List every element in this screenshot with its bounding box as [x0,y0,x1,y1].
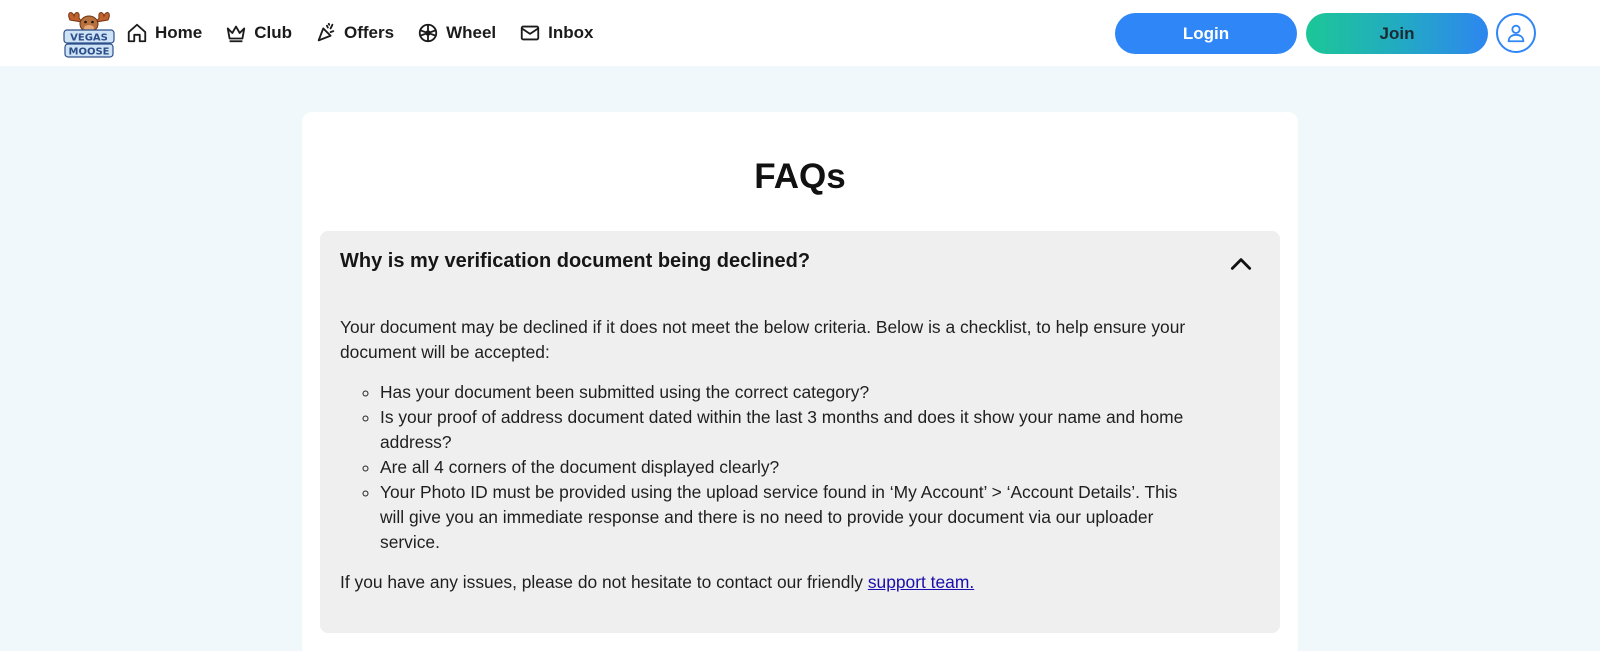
list-item: Has your document been submitted using t… [380,380,1200,405]
list-item: Are all 4 corners of the document displa… [380,455,1200,480]
faq-accordion-item: Why is my verification document being de… [320,231,1280,633]
page-title: FAQs [754,157,846,196]
nav-inbox-label: Inbox [548,23,594,42]
nav-club-label: Club [254,23,293,42]
main-nav: Home Club Offers Wheel Inbox [126,0,617,66]
nav-club[interactable]: Club [225,22,292,44]
login-button[interactable]: Login [1115,13,1297,54]
nav-home[interactable]: Home [126,22,202,44]
nav-offers[interactable]: Offers [315,22,394,44]
logo-text-line2: MOOSE [69,47,110,58]
faq-checklist: Has your document been submitted using t… [380,380,1200,555]
wheel-icon [418,23,438,43]
faq-outro-text: If you have any issues, please do not he… [340,572,868,592]
account-avatar-button[interactable] [1496,13,1536,53]
nav-home-label: Home [155,23,203,42]
chevron-up-icon[interactable] [1228,251,1254,277]
faq-answer: Your document may be declined if it does… [340,315,1200,595]
support-team-link[interactable]: support team. [868,572,974,592]
join-button[interactable]: Join [1306,13,1488,54]
home-icon [127,23,147,43]
top-navigation-bar: VEGAS MOOSE Home Club Offers Wheel Inbox… [0,0,1600,66]
nav-inbox[interactable]: Inbox [519,22,594,44]
list-item: Is your proof of address document dated … [380,405,1200,455]
nav-offers-label: Offers [344,23,395,42]
faq-answer-outro: If you have any issues, please do not he… [340,570,1200,595]
crown-icon [227,25,246,43]
user-icon [1507,24,1525,43]
faq-answer-intro: Your document may be declined if it does… [340,317,1186,362]
vegas-moose-logo[interactable]: VEGAS MOOSE [62,8,116,58]
party-popper-icon [317,22,335,42]
logo-text-line1: VEGAS [70,33,108,44]
list-item: Your Photo ID must be provided using the… [380,480,1200,555]
nav-wheel[interactable]: Wheel [417,22,496,44]
mail-icon [520,25,540,41]
nav-wheel-label: Wheel [446,23,497,42]
faq-question[interactable]: Why is my verification document being de… [340,250,810,273]
